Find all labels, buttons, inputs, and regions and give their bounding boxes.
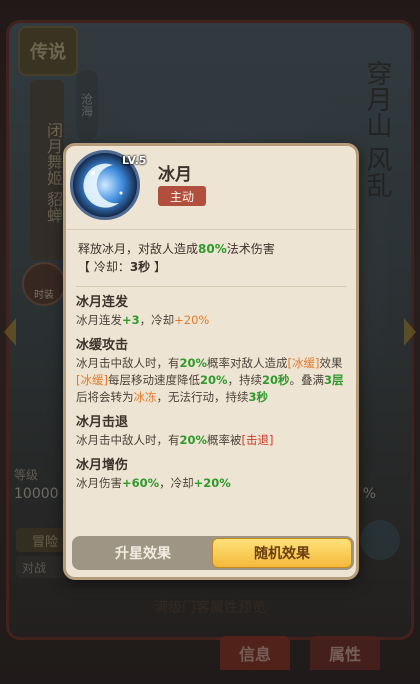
effect-text-part: 冰月伤害 [76,476,122,490]
description-line: 释放冰月，对敌人造成80%法术伤害 [78,240,350,258]
description-percent: 80% [198,242,227,256]
description-suffix: 法术伤害 [226,242,275,256]
effect-text-part: 效果 [319,356,343,370]
effect-value: 3层 [324,373,344,387]
effect-item: 冰月连发 冰月连发+3，冷却+20% [76,294,352,329]
effect-title: 冰月连发 [76,295,129,310]
effect-item: 冰月增伤 冰月伤害+60%，冷却+20% [76,457,352,492]
tab-random-effect[interactable]: 随机效果 [212,538,352,568]
effects-list: 冰月连发 冰月连发+3，冷却+20% 冰缓攻击 冰月击中敌人时，有20%概率对敌… [76,294,352,500]
status-tag: [冰缓] [287,356,320,370]
effect-text: 冰月击中敌人时，有20%概率被[击退] [76,432,352,449]
skill-type-badge: 主动 [158,186,206,206]
effect-text-part: 冰月击中敌人时，有 [76,356,180,370]
divider [76,286,346,287]
effect-title: 冰缓攻击 [76,338,129,353]
effect-text-part: ，无法行动，持续 [156,390,249,404]
effect-text-part: ，持续 [227,373,263,387]
status-tag: 冰冻 [133,390,157,404]
effect-text: 冰月伤害+60%，冷却+20% [76,475,352,492]
skill-description: 释放冰月，对敌人造成80%法术伤害 【 冷却：3秒 】 [78,240,350,276]
skill-name: 冰月 [158,165,192,185]
effect-value: 3秒 [248,390,269,404]
effect-value: 20% [179,433,208,447]
effect-text-part: 每层移动速度降低 [107,373,200,387]
effect-text-part: 概率被 [207,433,242,447]
effect-text-part: 。叠满 [289,373,325,387]
effect-value: +20% [193,476,231,490]
effect-title: 冰月击退 [76,415,129,430]
effect-value: 20% [199,373,228,387]
effect-value: 20% [179,356,208,370]
effect-value: +60% [122,476,160,490]
effect-title: 冰月增伤 [76,458,129,473]
cooldown-close: 】 [150,260,167,274]
tab-upgrade-effect[interactable]: 升星效果 [74,538,212,568]
cooldown-value: 3秒 [129,260,151,274]
status-tag: [冰缓] [76,373,108,387]
effect-text: 冰月连发+3，冷却+20% [76,312,352,329]
effect-tab-bar: 升星效果 随机效果 [72,536,354,570]
skill-header: LV.5 冰月 主动 [66,146,356,230]
effect-text-part: 概率对敌人造成 [207,356,288,370]
effect-text-part: 冰月击中敌人时，有 [76,433,180,447]
effect-text-part: 冰月连发 [76,313,122,327]
cooldown-line: 【 冷却：3秒 】 [78,258,350,276]
effect-item: 冰缓攻击 冰月击中敌人时，有20%概率对敌人造成[冰缓]效果 [冰缓]每层移动速度… [76,337,352,406]
description-prefix: 释放冰月，对敌人造成 [78,242,199,256]
status-tag: [击退] [241,433,274,447]
cooldown-label: 【 冷却： [78,260,130,274]
effect-value: +20% [174,313,210,327]
effect-text-part: ，冷却 [159,476,194,490]
skill-popup: LV.5 冰月 主动 释放冰月，对敌人造成80%法术伤害 【 冷却：3秒 】 冰… [63,143,359,580]
effect-text: 冰月击中敌人时，有20%概率对敌人造成[冰缓]效果 [冰缓]每层移动速度降低20%… [76,355,352,406]
skill-level: LV.5 [122,154,147,167]
effect-value: +3 [122,313,140,327]
effect-value: 20秒 [262,373,290,387]
effect-text-part: ，冷却 [139,313,175,327]
effect-text-part: 后将会转为 [76,390,134,404]
effect-item: 冰月击退 冰月击中敌人时，有20%概率被[击退] [76,414,352,449]
